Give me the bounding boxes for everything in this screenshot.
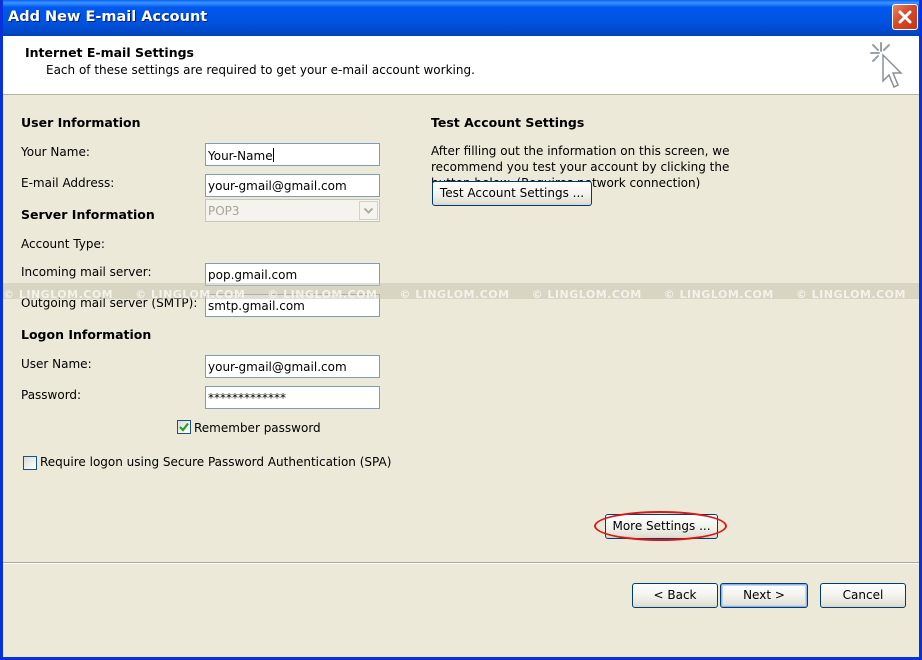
dialog-window: Add New E-mail Account Internet E-mail S… (0, 0, 922, 660)
watermark-text: © LINGLOM.COM (135, 288, 246, 299)
cancel-button[interactable]: Cancel (820, 583, 906, 608)
back-button[interactable]: < Back (632, 583, 718, 608)
spa-label[interactable]: Require logon using Secure Password Auth… (40, 455, 391, 469)
user-info-heading: User Information (21, 115, 141, 130)
checkmark-icon (179, 422, 189, 432)
watermark-strip: © LINGLOM.COM © LINGLOM.COM © LINGLOM.COM ©… (3, 283, 919, 299)
password-label: Password: (21, 388, 82, 402)
highlight-oval (594, 511, 727, 541)
email-address-label: E-mail Address: (21, 176, 115, 190)
test-settings-heading: Test Account Settings (431, 115, 585, 130)
your-name-value: Your-Name (208, 149, 273, 163)
watermark-text: © LINGLOM.COM (267, 288, 378, 299)
account-type-label: Account Type: (21, 237, 105, 251)
header-title: Internet E-mail Settings (25, 45, 194, 60)
title-bar[interactable]: Add New E-mail Account (3, 0, 919, 36)
server-info-heading: Server Information (21, 207, 155, 222)
chevron-down-icon (364, 208, 373, 214)
spa-checkbox[interactable] (23, 456, 37, 470)
next-button[interactable]: Next > (720, 583, 808, 608)
incoming-server-label: Incoming mail server: (21, 265, 152, 279)
your-name-label: Your Name: (21, 145, 90, 159)
header-panel: Internet E-mail Settings Each of these s… (3, 36, 919, 95)
cursor-sparkle-icon (870, 42, 903, 89)
account-type-dropdown-button[interactable] (359, 201, 378, 220)
your-name-input[interactable]: Your-Name (205, 143, 380, 166)
watermark-text: © LINGLOM.COM (3, 288, 114, 299)
email-address-input[interactable]: your-gmail@gmail.com (205, 174, 380, 197)
watermark-text: © LINGLOM.COM (531, 288, 642, 299)
watermark-text: © LINGLOM.COM (399, 288, 510, 299)
remember-password-checkbox[interactable] (177, 420, 191, 434)
remember-password-label[interactable]: Remember password (194, 421, 321, 435)
account-type-select[interactable]: POP3 (205, 199, 380, 222)
close-icon (898, 10, 912, 24)
header-subtitle: Each of these settings are required to g… (46, 63, 475, 77)
window-title: Add New E-mail Account (8, 9, 208, 25)
watermark-text: © LINGLOM.COM (663, 288, 774, 299)
watermark-text: © LINGLOM.COM (795, 288, 906, 299)
logon-info-heading: Logon Information (21, 327, 152, 342)
text-caret (272, 148, 274, 162)
close-button[interactable] (892, 4, 918, 30)
user-name-label: User Name: (21, 357, 92, 371)
user-name-input[interactable]: your-gmail@gmail.com (205, 355, 380, 378)
password-input[interactable]: ************* (205, 386, 380, 409)
account-type-value: POP3 (208, 204, 240, 218)
test-account-settings-button[interactable]: Test Account Settings ... (432, 181, 592, 206)
footer-divider (3, 562, 919, 564)
